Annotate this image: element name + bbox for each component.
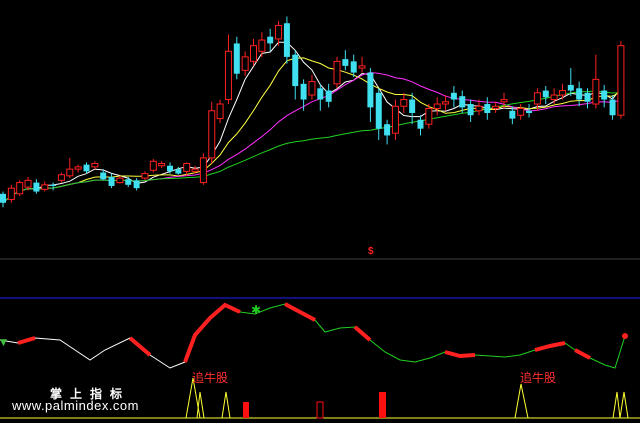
candle-body [533, 92, 541, 105]
candle-body [609, 99, 616, 116]
candle-body [526, 110, 533, 113]
candle-body [149, 160, 157, 171]
stock-chart: ✱▼ [0, 0, 640, 423]
candle-body [175, 169, 182, 174]
candle-body [384, 124, 391, 136]
candle-body [467, 104, 474, 116]
candle-body [267, 36, 274, 44]
candle [333, 56, 341, 89]
candle-body [199, 157, 207, 184]
candle-body [158, 163, 166, 167]
candle-body [375, 92, 382, 129]
candle-body [509, 110, 516, 119]
candle-body [108, 176, 115, 186]
candle-body [133, 180, 140, 189]
candle-body [167, 165, 173, 172]
candle-body [567, 84, 574, 91]
signal-label-2: 追牛股 [520, 371, 557, 385]
candle-body [367, 72, 374, 108]
candle-body [433, 103, 441, 110]
candle-body [224, 50, 232, 101]
candle-body [41, 184, 49, 190]
candle-body [333, 60, 341, 85]
candle-body [258, 39, 266, 52]
candle-body [417, 119, 424, 129]
histogram-bar [379, 392, 386, 418]
candle-body [292, 54, 299, 87]
candle-body [66, 168, 74, 177]
candle [16, 180, 24, 197]
candle-body [617, 45, 625, 116]
candle-body [400, 99, 408, 107]
candle-body [409, 99, 416, 113]
candle-body [83, 164, 90, 172]
candle-body [125, 179, 132, 185]
candle-body [542, 90, 549, 98]
dollar-marker: $ [368, 246, 374, 257]
candle [283, 16, 290, 64]
candle-body [74, 166, 82, 170]
candle-body [300, 83, 307, 100]
candle-body [50, 184, 57, 186]
candle-body [250, 45, 257, 62]
indicator-end-dot [622, 333, 628, 339]
histogram-bar [243, 402, 249, 418]
candle-body [391, 105, 399, 134]
candle-body [208, 110, 216, 159]
candle-body [500, 99, 508, 103]
brand-url: www.palmindex.com [12, 398, 139, 413]
candle [208, 101, 216, 164]
candle-body [275, 24, 283, 40]
candle-body [7, 187, 15, 200]
candle-body [576, 88, 583, 100]
signal-label-1: 追牛股 [192, 371, 229, 385]
candle-body [425, 108, 433, 125]
left-edge-marker: ▼ [0, 338, 7, 348]
candle [149, 159, 157, 173]
candle-body [308, 81, 316, 96]
candle-body [16, 182, 24, 195]
star-marker: ✱ [251, 303, 261, 317]
candle-body [517, 108, 525, 116]
candle-body [24, 179, 32, 188]
candle-body [459, 96, 466, 108]
candle-body [492, 105, 500, 110]
candle-body [475, 105, 483, 112]
candle-body [442, 101, 450, 105]
candle-body [317, 88, 324, 100]
candle-body [183, 163, 191, 172]
candle-body [100, 172, 107, 180]
candle-body [484, 104, 491, 113]
candle-body [558, 90, 566, 96]
candle-body [57, 174, 65, 181]
candle-body [450, 92, 457, 100]
candle-body [584, 92, 591, 102]
candle-body [116, 177, 124, 184]
candle-body [592, 78, 600, 105]
candle-body [601, 90, 608, 100]
candle-body [91, 163, 99, 168]
candle-body [241, 56, 249, 71]
candle-body [141, 173, 149, 179]
candle-body [0, 193, 6, 203]
candle-body [216, 103, 224, 120]
candle [617, 41, 625, 119]
candle-body [191, 168, 199, 172]
candle-body [283, 23, 290, 57]
candle-body [358, 65, 366, 69]
candle-body [342, 59, 349, 66]
candle-body [550, 94, 558, 101]
candle [199, 153, 207, 185]
candle-body [233, 43, 240, 74]
candle-body [33, 182, 40, 192]
candle-body [325, 90, 332, 102]
candle-body [350, 61, 357, 73]
